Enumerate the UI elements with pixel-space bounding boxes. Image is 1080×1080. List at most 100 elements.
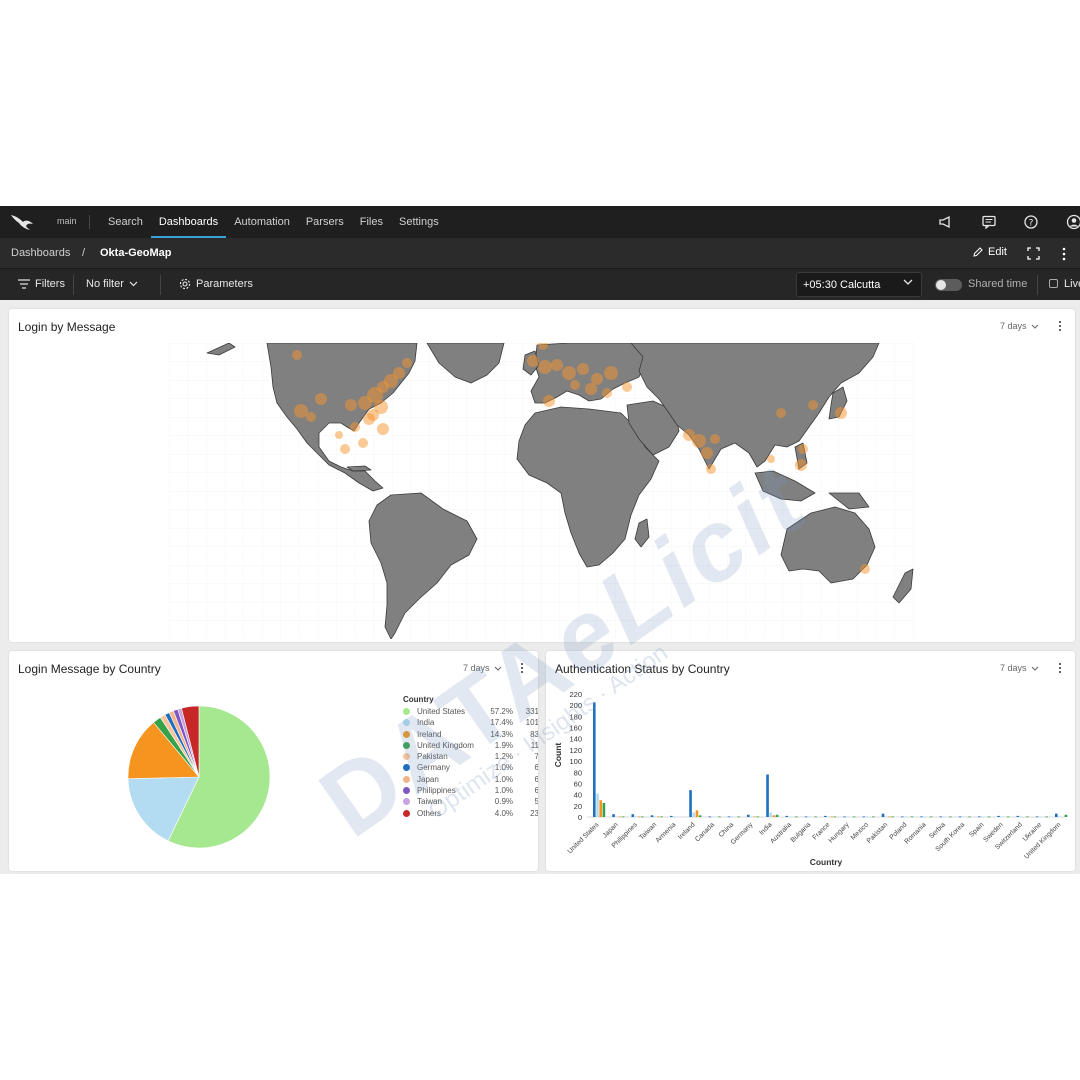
bar[interactable]: [637, 816, 641, 818]
bar[interactable]: [631, 814, 635, 817]
bar[interactable]: [830, 816, 833, 818]
bar[interactable]: [978, 816, 981, 818]
pie-panel-menu-icon[interactable]: [518, 662, 526, 674]
falcon-logo-icon[interactable]: [10, 213, 34, 231]
bar[interactable]: [766, 774, 769, 817]
filter-select[interactable]: No filter: [86, 278, 138, 290]
bar[interactable]: [670, 815, 673, 817]
bar[interactable]: [920, 816, 923, 818]
legend-item[interactable]: Pakistan 1.2% 7: [403, 752, 538, 763]
bar[interactable]: [807, 816, 811, 818]
bar[interactable]: [833, 816, 837, 818]
bar[interactable]: [1045, 816, 1048, 818]
fullscreen-icon[interactable]: [1027, 247, 1040, 260]
map-time-range[interactable]: 7 days: [1000, 321, 1039, 331]
bar[interactable]: [689, 790, 692, 817]
bar[interactable]: [747, 814, 750, 817]
bar[interactable]: [872, 816, 875, 818]
bar[interactable]: [657, 816, 660, 818]
bar[interactable]: [618, 816, 622, 818]
bar[interactable]: [698, 815, 702, 817]
legend-item[interactable]: United States 57.2% 331: [403, 707, 538, 718]
bar[interactable]: [904, 816, 907, 818]
legend-item[interactable]: United Kingdom 1.9% 11: [403, 741, 538, 752]
bar[interactable]: [695, 810, 699, 817]
bar[interactable]: [910, 816, 914, 818]
more-options-icon[interactable]: [1061, 247, 1067, 261]
legend-item[interactable]: India 17.4% 101: [403, 718, 538, 729]
bar[interactable]: [862, 816, 866, 818]
help-icon[interactable]: ?: [1023, 214, 1039, 230]
bar[interactable]: [602, 803, 606, 817]
bar[interactable]: [641, 816, 644, 818]
bar[interactable]: [621, 816, 625, 818]
bar[interactable]: [599, 800, 602, 817]
bar[interactable]: [615, 816, 619, 818]
bar[interactable]: [673, 816, 676, 818]
bar[interactable]: [750, 816, 753, 818]
bar[interactable]: [881, 813, 885, 817]
bar[interactable]: [968, 816, 971, 818]
bar[interactable]: [891, 816, 894, 818]
bar[interactable]: [660, 816, 663, 818]
legend-item[interactable]: Taiwan 0.9% 5: [403, 797, 538, 808]
bar[interactable]: [987, 816, 991, 818]
bar[interactable]: [923, 816, 927, 818]
bar[interactable]: [730, 816, 734, 818]
bar[interactable]: [653, 816, 657, 818]
bar[interactable]: [1019, 816, 1023, 818]
legend-item[interactable]: Germany 1.0% 6: [403, 763, 538, 774]
bar[interactable]: [785, 815, 789, 817]
bar[interactable]: [827, 816, 830, 818]
bar-chart[interactable]: 0 20 40 60 80 100 120 140 160 180 200 220 United Sta…: [546, 683, 1075, 869]
bar[interactable]: [634, 816, 638, 818]
nav-tab-search[interactable]: Search: [100, 206, 151, 238]
bar[interactable]: [772, 815, 776, 817]
bar[interactable]: [788, 816, 792, 818]
bar[interactable]: [1026, 816, 1029, 818]
bar[interactable]: [1038, 816, 1042, 818]
bar[interactable]: [612, 814, 615, 817]
bar[interactable]: [756, 816, 760, 818]
bar[interactable]: [1064, 814, 1068, 817]
live-checkbox[interactable]: [1049, 279, 1058, 288]
bar[interactable]: [814, 816, 817, 818]
bar[interactable]: [901, 816, 904, 818]
bar-time-range[interactable]: 7 days: [1000, 663, 1039, 673]
nav-tab-automation[interactable]: Automation: [226, 206, 298, 238]
legend-item[interactable]: Ireland 14.3% 83: [403, 730, 538, 741]
user-icon[interactable]: [1066, 214, 1080, 230]
bar[interactable]: [1006, 816, 1010, 818]
nav-tab-settings[interactable]: Settings: [391, 206, 447, 238]
megaphone-icon[interactable]: [938, 214, 954, 230]
bar[interactable]: [1058, 816, 1061, 818]
bar[interactable]: [824, 815, 827, 817]
nav-tab-dashboards[interactable]: Dashboards: [150, 206, 227, 238]
bar[interactable]: [929, 816, 933, 818]
legend-item[interactable]: Japan 1.0% 6: [403, 775, 538, 786]
bar-panel-menu-icon[interactable]: [1056, 662, 1064, 674]
bar[interactable]: [1000, 816, 1004, 818]
bar[interactable]: [852, 816, 856, 818]
bar[interactable]: [939, 816, 943, 818]
bar[interactable]: [718, 816, 721, 818]
bar[interactable]: [865, 816, 869, 818]
bar[interactable]: [795, 816, 798, 818]
bar[interactable]: [997, 815, 1000, 817]
bar[interactable]: [981, 816, 984, 818]
shared-time-toggle[interactable]: [935, 279, 962, 291]
bar[interactable]: [692, 812, 696, 817]
bar[interactable]: [884, 816, 888, 818]
edit-button[interactable]: Edit: [972, 246, 1007, 258]
bar[interactable]: [708, 816, 712, 818]
bar[interactable]: [775, 814, 779, 817]
timezone-select[interactable]: +05:30 Calcutta: [796, 272, 922, 297]
bar[interactable]: [711, 816, 715, 818]
repository-name[interactable]: main: [57, 216, 77, 226]
bar[interactable]: [846, 816, 850, 818]
nav-tab-parsers[interactable]: Parsers: [298, 206, 352, 238]
bar[interactable]: [1055, 813, 1058, 817]
bar[interactable]: [958, 816, 962, 818]
filters-button[interactable]: Filters: [18, 278, 65, 290]
legend-item[interactable]: Philippines 1.0% 6: [403, 786, 538, 797]
